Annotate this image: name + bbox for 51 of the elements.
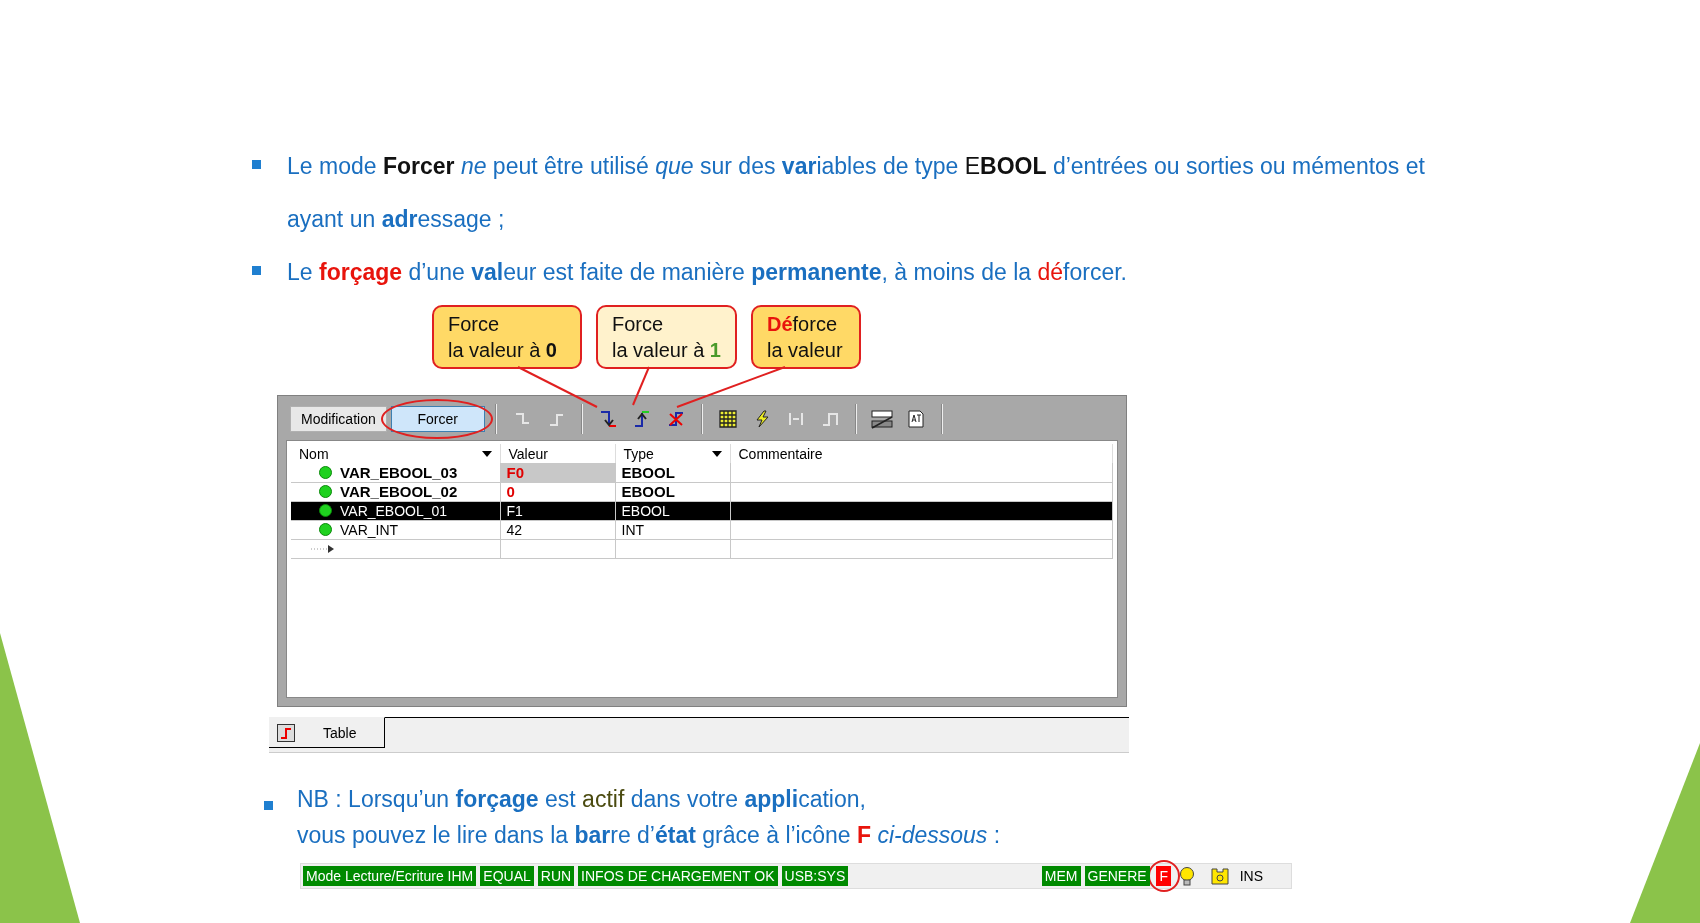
status-dot-icon xyxy=(319,504,332,517)
callout: Force la valeur à 0 xyxy=(432,305,582,369)
bullet-icon xyxy=(252,160,261,169)
table-cell[interactable] xyxy=(730,482,1113,501)
table-cell[interactable]: VAR_EBOOL_02 xyxy=(291,482,500,501)
status-indicator: USB:SYS xyxy=(781,866,849,886)
unforce-icon[interactable] xyxy=(666,409,685,429)
status-text: INS xyxy=(1238,867,1264,886)
status-indicator: INFOS DE CHARGEMENT OK xyxy=(578,866,778,886)
bullet-text: Le forçage d’une valeur est faite de manière permanente, à moins de la déforcer. xyxy=(287,258,1127,287)
table-cell[interactable] xyxy=(730,463,1113,482)
table-cell[interactable]: EBOOL xyxy=(615,482,730,501)
table-cell[interactable]: VAR_EBOOL_03 xyxy=(291,463,500,482)
status-dot-icon xyxy=(319,485,332,498)
status-indicator: GENERE xyxy=(1084,866,1150,886)
callout: Force la valeur à 1 xyxy=(596,305,737,369)
mode-button[interactable]: Forcer xyxy=(390,406,485,432)
column-header[interactable]: Commentaire xyxy=(730,444,1113,463)
table-cell[interactable]: INT xyxy=(615,520,730,539)
bullet-icon xyxy=(252,266,261,275)
dropdown-icon[interactable] xyxy=(711,450,722,457)
table-cell[interactable]: EBOOL xyxy=(615,463,730,482)
document-icon[interactable] xyxy=(906,409,925,429)
force-one-icon[interactable] xyxy=(632,409,651,429)
tag-icon xyxy=(1209,866,1230,886)
table-cell[interactable]: 0 xyxy=(500,482,615,501)
note-text: NB : Lorsqu’un forçage est actif dans votre application, vous pouvez le lire dans la barre d’état grâce à l’icône F ci-dessous : xyxy=(297,785,1001,850)
bulb-icon xyxy=(1177,866,1196,886)
status-dot-icon xyxy=(319,523,332,536)
column-header[interactable]: Nom xyxy=(291,444,500,463)
status-indicator: RUN xyxy=(537,866,575,886)
table-cell[interactable] xyxy=(730,520,1113,539)
status-indicator: EQUAL xyxy=(480,866,534,886)
dropdown-icon[interactable] xyxy=(481,450,492,457)
table-tab[interactable]: Table xyxy=(269,717,386,748)
bullet-icon xyxy=(264,801,273,810)
table-cell[interactable]: VAR_INT xyxy=(291,520,500,539)
status-indicator: F xyxy=(1156,866,1171,886)
callout: Déforce la valeur xyxy=(750,305,861,369)
status-indicator: Mode Lecture/Ecriture IHM xyxy=(303,866,477,886)
bullet-text: Le mode Forcer ne peut être utilisé que sur des variables de type EBOOL d’entrées ou sorties ou mémentos et ayant un adressage ; xyxy=(287,152,1425,234)
table-icon xyxy=(277,723,295,742)
grid-icon[interactable] xyxy=(718,410,737,428)
status-indicator: MEM xyxy=(1041,866,1081,886)
table-cell[interactable]: 42 xyxy=(500,520,615,539)
leader-line xyxy=(632,366,650,406)
status-dot-icon xyxy=(319,465,332,479)
force-zero-icon[interactable] xyxy=(598,409,617,429)
mode-button[interactable]: Modification xyxy=(290,406,387,432)
table-slash-icon[interactable] xyxy=(870,409,893,429)
column-header[interactable]: Type xyxy=(615,444,730,463)
